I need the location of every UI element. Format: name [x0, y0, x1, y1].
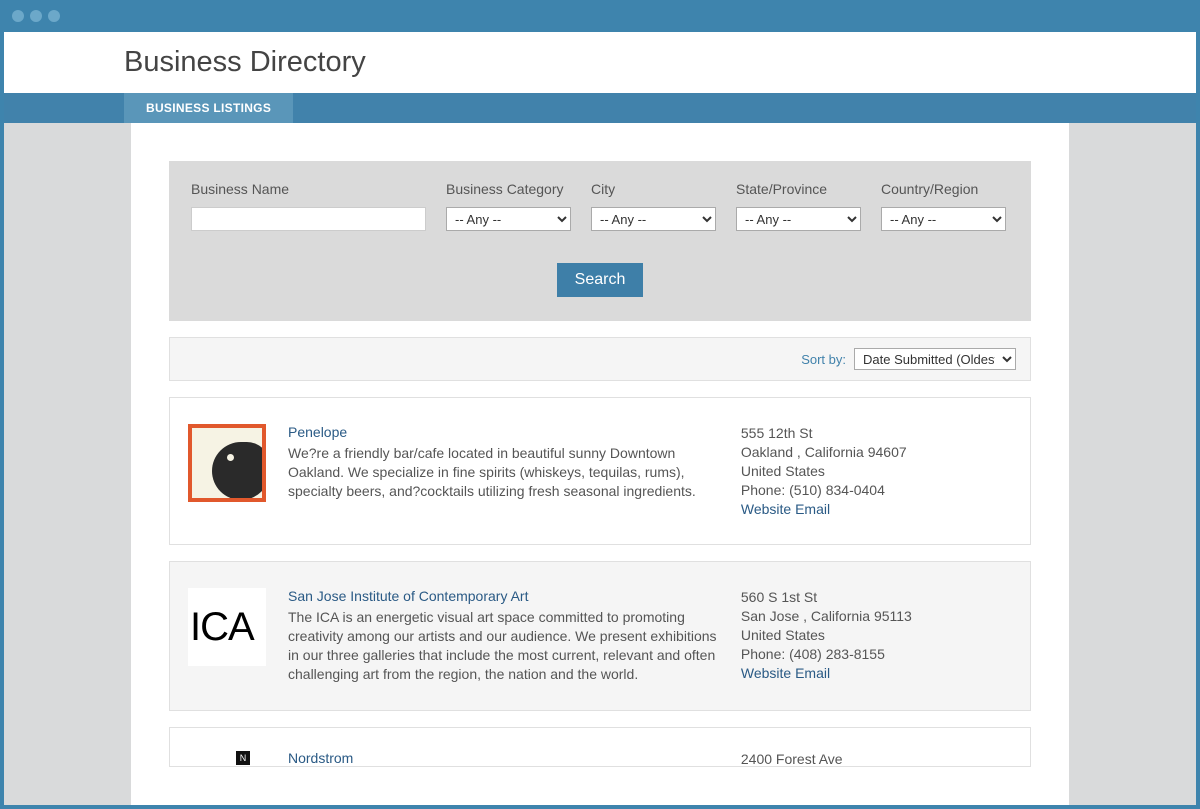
page-content: Business Directory BUSINESS LISTINGS Bus… — [4, 32, 1196, 805]
listing-description: The ICA is an energetic visual art space… — [288, 608, 719, 684]
listing-body: Penelope We?re a friendly bar/cafe locat… — [288, 424, 719, 518]
city-label: City — [591, 181, 716, 197]
listing-thumbnail[interactable]: ICA — [188, 588, 266, 666]
phone-label: Phone: — [741, 646, 785, 662]
nav-bar: BUSINESS LISTINGS — [4, 93, 1196, 123]
listing-title-link[interactable]: Penelope — [288, 424, 719, 440]
listing-links: Website Email — [741, 500, 1012, 519]
listing-address2: Oakland , California 94607 — [741, 443, 1012, 462]
browser-chrome — [0, 0, 1200, 32]
browser-dot — [12, 10, 24, 22]
listing-body: Nordstrom — [288, 750, 719, 766]
search-field-name: Business Name — [191, 181, 426, 231]
state-select[interactable]: -- Any -- — [736, 207, 861, 231]
listing-title-link[interactable]: Nordstrom — [288, 750, 719, 766]
listing-address1: 555 12th St — [741, 424, 1012, 443]
sort-by-label: Sort by: — [801, 352, 846, 367]
listing-thumbnail[interactable] — [188, 424, 266, 502]
search-field-city: City -- Any -- — [591, 181, 716, 231]
browser-dot — [48, 10, 60, 22]
business-name-label: Business Name — [191, 181, 426, 197]
listing-country: United States — [741, 462, 1012, 481]
email-link[interactable]: Email — [795, 665, 830, 681]
tab-business-listings[interactable]: BUSINESS LISTINGS — [124, 93, 293, 123]
email-link[interactable]: Email — [795, 501, 830, 517]
listing-phone-row: Phone: (510) 834-0404 — [741, 481, 1012, 500]
listing-info: 555 12th St Oakland , California 94607 U… — [741, 424, 1012, 518]
page-wrapper: Business Directory BUSINESS LISTINGS Bus… — [0, 32, 1200, 809]
nordstrom-logo-icon: N — [236, 751, 250, 765]
phone-label: Phone: — [741, 482, 785, 498]
listing-address1: 560 S 1st St — [741, 588, 1012, 607]
website-link[interactable]: Website — [741, 501, 791, 517]
search-button[interactable]: Search — [557, 263, 644, 297]
main-area: Business Name Business Category -- Any -… — [4, 123, 1196, 805]
listing-row: Penelope We?re a friendly bar/cafe locat… — [169, 397, 1031, 545]
search-field-category: Business Category -- Any -- — [446, 181, 571, 231]
listing-address2: San Jose , California 95113 — [741, 607, 1012, 626]
city-select[interactable]: -- Any -- — [591, 207, 716, 231]
content-card: Business Name Business Category -- Any -… — [131, 123, 1069, 805]
listing-info: 2400 Forest Ave — [741, 750, 1012, 766]
listing-row: N Nordstrom 2400 Forest Ave — [169, 727, 1031, 767]
listing-phone-row: Phone: (408) 283-8155 — [741, 645, 1012, 664]
search-field-state: State/Province -- Any -- — [736, 181, 861, 231]
search-panel: Business Name Business Category -- Any -… — [169, 161, 1031, 321]
business-category-select[interactable]: -- Any -- — [446, 207, 571, 231]
search-row: Business Name Business Category -- Any -… — [191, 181, 1009, 231]
ica-logo-icon: ICA — [188, 588, 266, 666]
search-field-country: Country/Region -- Any -- — [881, 181, 1006, 231]
listing-description: We?re a friendly bar/cafe located in bea… — [288, 444, 719, 501]
header: Business Directory — [4, 32, 1196, 93]
listing-country: United States — [741, 626, 1012, 645]
bird-icon — [188, 424, 266, 502]
search-button-row: Search — [191, 263, 1009, 297]
business-category-label: Business Category — [446, 181, 571, 197]
page-title: Business Directory — [124, 46, 1196, 79]
country-label: Country/Region — [881, 181, 1006, 197]
listing-info: 560 S 1st St San Jose , California 95113… — [741, 588, 1012, 684]
listing-row: ICA San Jose Institute of Contemporary A… — [169, 561, 1031, 711]
country-select[interactable]: -- Any -- — [881, 207, 1006, 231]
listing-title-link[interactable]: San Jose Institute of Contemporary Art — [288, 588, 719, 604]
state-label: State/Province — [736, 181, 861, 197]
business-name-input[interactable] — [191, 207, 426, 231]
phone-value: (510) 834-0404 — [789, 482, 885, 498]
sort-bar: Sort by: Date Submitted (Oldest) — [169, 337, 1031, 381]
browser-dot — [30, 10, 42, 22]
listing-thumbnail[interactable]: N — [188, 750, 266, 766]
listing-links: Website Email — [741, 664, 1012, 683]
listing-address1: 2400 Forest Ave — [741, 750, 1012, 767]
website-link[interactable]: Website — [741, 665, 791, 681]
sort-by-select[interactable]: Date Submitted (Oldest) — [854, 348, 1016, 370]
listing-body: San Jose Institute of Contemporary Art T… — [288, 588, 719, 684]
phone-value: (408) 283-8155 — [789, 646, 885, 662]
